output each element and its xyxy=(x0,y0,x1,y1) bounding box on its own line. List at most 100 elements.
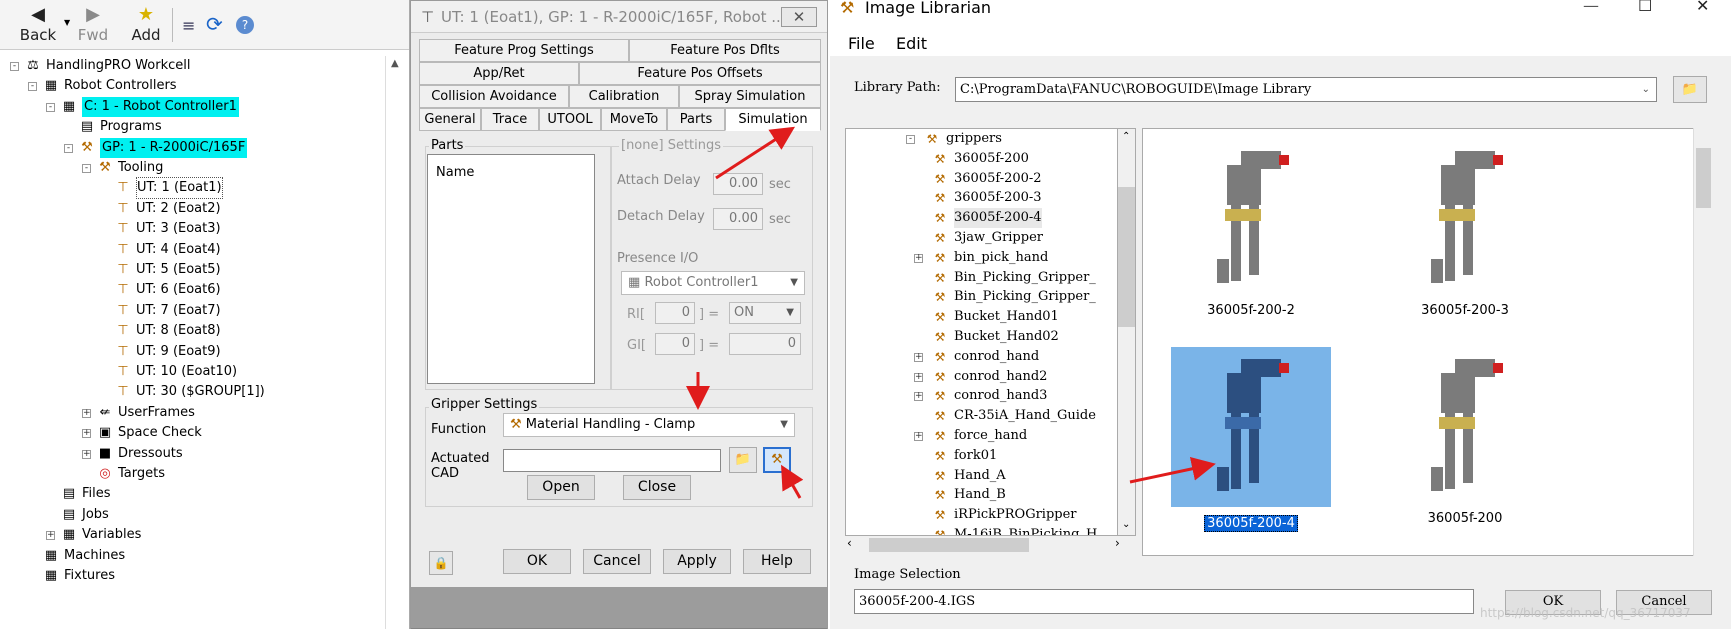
tree-item[interactable]: ⇍ UserFrames xyxy=(96,403,195,423)
tree-view-icon[interactable]: ≡ xyxy=(182,16,195,35)
tab-moveto[interactable]: MoveTo xyxy=(601,108,667,131)
scroll-down-icon[interactable]: ⌄ xyxy=(1122,519,1130,530)
expand-icon[interactable]: + xyxy=(82,408,91,418)
help-icon[interactable]: ? xyxy=(236,16,254,34)
library-tree-item[interactable]: ⚒ Hand_B xyxy=(932,485,1006,505)
library-tree-item[interactable]: ⚒ fork01 xyxy=(932,446,998,466)
expand-icon[interactable]: + xyxy=(914,352,923,362)
library-tree-item[interactable]: ⚒ 36005f-200-3 xyxy=(932,188,1042,208)
thumbs-scrollbar[interactable] xyxy=(1693,128,1712,556)
help-button[interactable]: Help xyxy=(743,549,811,574)
close-icon[interactable]: ✕ xyxy=(1696,0,1709,14)
attach-delay-field[interactable]: 0.00 xyxy=(713,173,763,195)
apply-button[interactable]: Apply xyxy=(663,549,731,574)
actuated-cad-input[interactable] xyxy=(503,449,721,472)
tree-item[interactable]: ▦ Fixtures xyxy=(42,566,115,586)
ri-state-dropdown[interactable]: ON ▼ xyxy=(729,302,801,324)
scroll-left-icon[interactable]: ‹ xyxy=(847,536,852,550)
library-tree-item[interactable]: ⚒ Bin_Picking_Gripper_ xyxy=(932,268,1096,288)
library-tree-item[interactable]: ⚒ grippers xyxy=(924,129,1002,149)
expand-icon[interactable]: + xyxy=(82,429,91,439)
thumbnail-item[interactable]: 36005f-200-3 xyxy=(1385,139,1545,318)
cancel-button[interactable]: Cancel xyxy=(583,549,651,574)
collapse-icon[interactable]: - xyxy=(28,82,37,92)
tree-hscrollbar[interactable]: ‹ › xyxy=(845,536,1136,554)
gi-state-field[interactable]: 0 xyxy=(729,333,801,355)
tree-item[interactable]: ⊤ UT: 30 ($GROUP[1]) xyxy=(114,382,264,402)
image-selection-input[interactable]: 36005f-200-4.IGS xyxy=(854,589,1474,614)
library-tree-item[interactable]: ⚒ 36005f-200-2 xyxy=(932,169,1042,189)
expand-icon[interactable]: + xyxy=(914,392,923,402)
thumbnail-item[interactable]: 36005f-200-4 xyxy=(1171,347,1331,532)
image-library-button[interactable]: ⚒ xyxy=(763,447,791,473)
library-tree-item[interactable]: ⚒ 3jaw_Gripper xyxy=(932,228,1043,248)
library-tree-item[interactable]: ⚒ conrod_hand2 xyxy=(932,367,1048,387)
tree-item[interactable]: ▦ Robot Controllers xyxy=(42,76,177,96)
tab-simulation[interactable]: Simulation xyxy=(725,108,821,131)
back-button[interactable]: ◀ Back xyxy=(18,4,58,44)
expand-icon[interactable]: + xyxy=(914,432,923,441)
tab-app-ret[interactable]: App/Ret xyxy=(419,62,579,85)
open-button[interactable]: Open xyxy=(527,475,595,500)
expand-icon[interactable]: + xyxy=(82,449,91,459)
tree-item[interactable]: ⊤ UT: 4 (Eoat4) xyxy=(114,240,220,260)
browse-folder-button[interactable]: 📁 xyxy=(729,447,757,473)
tree-item[interactable]: ⊤ UT: 2 (Eoat2) xyxy=(114,199,220,219)
library-tree-item[interactable]: ⚒ Hand_A xyxy=(932,466,1006,486)
library-tree-item[interactable]: ⚒ CR-35iA_Hand_Guide xyxy=(932,406,1096,426)
library-tree-item[interactable]: ⚒ Bucket_Hand01 xyxy=(932,307,1059,327)
expand-icon[interactable]: + xyxy=(46,531,55,541)
add-button[interactable]: ★ Add xyxy=(128,4,164,44)
maximize-icon[interactable]: ☐ xyxy=(1638,0,1652,14)
scroll-up-icon[interactable]: ⌃ xyxy=(1122,131,1130,142)
browse-folder-button[interactable]: 📁 xyxy=(1673,76,1707,103)
tree-item[interactable]: ⚒ Tooling xyxy=(96,158,163,178)
scroll-thumb[interactable] xyxy=(1118,187,1135,327)
tree-item[interactable]: ⊤ UT: 9 (Eoat9) xyxy=(114,342,220,362)
tree-scrollbar[interactable]: ▲ xyxy=(385,56,405,629)
tab-general[interactable]: General xyxy=(419,108,481,131)
gi-index-field[interactable]: 0 xyxy=(655,333,695,355)
library-tree-item[interactable]: ⚒ 36005f-200-4 xyxy=(932,208,1042,229)
close-button[interactable]: Close xyxy=(623,475,691,500)
scroll-up-icon[interactable]: ▲ xyxy=(391,58,399,69)
library-tree-item[interactable]: ⚒ 36005f-200 xyxy=(932,149,1029,169)
tree-item[interactable]: ⊤ UT: 8 (Eoat8) xyxy=(114,321,220,341)
library-tree-item[interactable]: ⚒ Bin_Picking_Gripper_ xyxy=(932,287,1096,307)
hscroll-thumb[interactable] xyxy=(869,538,1029,552)
tab-feature-pos-offsets[interactable]: Feature Pos Offsets xyxy=(579,62,821,85)
library-tree-item[interactable]: ⚒ M-16iB_BinPicking_H xyxy=(932,525,1098,535)
library-tree-item[interactable]: ⚒ Bucket_Hand02 xyxy=(932,327,1059,347)
scroll-right-icon[interactable]: › xyxy=(1115,536,1120,550)
tab-spray-simulation[interactable]: Spray Simulation xyxy=(679,85,821,108)
function-dropdown[interactable]: ⚒ Material Handling - Clamp ▼ xyxy=(503,413,795,437)
tree-item[interactable]: ◎ Targets xyxy=(96,464,165,484)
library-tree-item[interactable]: ⚒ conrod_hand3 xyxy=(932,386,1048,406)
back-dropdown-icon[interactable]: ▼ xyxy=(64,18,70,27)
tab-collision-avoidance[interactable]: Collision Avoidance xyxy=(419,85,569,108)
tree-item[interactable]: ⊤ UT: 6 (Eoat6) xyxy=(114,280,220,300)
tree-item[interactable]: ⊤ UT: 5 (Eoat5) xyxy=(114,260,220,280)
menu-edit[interactable]: Edit xyxy=(896,34,927,53)
parts-list[interactable]: Name xyxy=(427,154,595,384)
ri-index-field[interactable]: 0 xyxy=(655,302,695,324)
library-tree-item[interactable]: ⚒ iRPickPROGripper xyxy=(932,505,1077,525)
tree-item[interactable]: ▤ Programs xyxy=(78,117,162,137)
library-tree[interactable]: ⚒ grippers - ⚒ 36005f-200 ⚒ 36005f-200-2 ⚒ 36005… xyxy=(845,128,1118,536)
tree-item[interactable]: ⚒ GP: 1 - R-2000iC/165F xyxy=(78,137,248,158)
tree-item[interactable]: ▦ Machines xyxy=(42,546,125,566)
tab-feature-pos-dflts[interactable]: Feature Pos Dflts xyxy=(629,39,821,62)
menu-file[interactable]: File xyxy=(848,34,875,53)
thumbnail-item[interactable]: 36005f-200 xyxy=(1385,347,1545,526)
tree-vscrollbar[interactable]: ⌃ ⌄ xyxy=(1118,128,1136,536)
forward-button[interactable]: ▶ Fwd xyxy=(76,4,110,44)
tree-item[interactable]: ▤ Files xyxy=(60,484,111,504)
tree-item[interactable]: ⊤ UT: 10 (Eoat10) xyxy=(114,362,237,382)
minimize-icon[interactable]: — xyxy=(1583,0,1599,14)
collapse-icon[interactable]: - xyxy=(10,62,19,71)
tree-item[interactable]: ⊤ UT: 3 (Eoat3) xyxy=(114,219,220,239)
expand-icon[interactable]: + xyxy=(914,253,923,263)
thumbs-scroll-thumb[interactable] xyxy=(1696,148,1711,208)
lock-icon[interactable]: 🔒 xyxy=(429,551,453,575)
tree-item[interactable]: ⊤ UT: 1 (Eoat1) xyxy=(114,177,223,200)
